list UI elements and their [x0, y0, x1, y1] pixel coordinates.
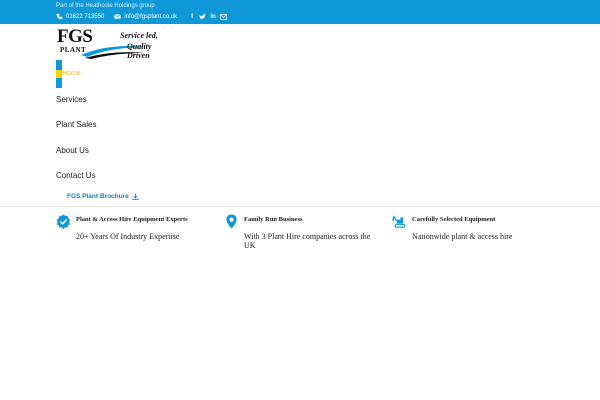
feature-text: With 3 Plant Hire companies across the U… — [244, 232, 371, 250]
envelope-icon — [114, 14, 122, 19]
check-circle-icon — [56, 214, 71, 229]
nav-item-services[interactable]: Services — [56, 95, 87, 104]
brochure-label: FGS Plant Brochure — [67, 193, 129, 200]
download-icon — [132, 193, 139, 200]
phone-link[interactable]: 01622 713550 — [56, 13, 104, 20]
email-link[interactable]: info@fgsplant.co.uk — [114, 13, 177, 20]
logo-tagline-2: Quality Driven — [127, 42, 152, 60]
feature-title: Plant & Access Hire Equipment Experts — [76, 216, 188, 223]
site-logo[interactable]: FGS PLANT Service led, Quality Driven — [57, 26, 172, 60]
nav-item-plant-sales[interactable]: Plant Sales — [56, 120, 96, 129]
location-pin-icon — [226, 214, 237, 229]
nav-item-home[interactable]: Home — [62, 70, 81, 77]
top-bar: Part of the Heathcote Holdings group 016… — [0, 0, 600, 24]
feature-title: Family Run Business — [244, 216, 303, 223]
phone-number: 01622 713550 — [66, 13, 105, 20]
mail-icon[interactable] — [220, 13, 228, 20]
feature-title: Carefully Selected Equipment — [412, 216, 496, 223]
nav-item-about[interactable]: About Us — [56, 146, 89, 155]
nav-item-contact[interactable]: Contact Us — [56, 171, 96, 180]
facebook-icon[interactable]: f — [189, 14, 195, 20]
phone-icon — [56, 13, 63, 20]
group-text: Part of the Heathcote Holdings group — [56, 3, 155, 9]
logo-tagline-1: Service led, — [120, 31, 158, 40]
linkedin-icon[interactable]: in — [210, 14, 216, 20]
brochure-download-link[interactable]: FGS Plant Brochure — [67, 193, 139, 200]
contact-bar: 01622 713550 info@fgsplant.co.uk f in — [56, 12, 228, 21]
excavator-icon — [392, 215, 406, 228]
social-links: f in — [189, 13, 228, 20]
twitter-icon[interactable] — [199, 13, 207, 20]
section-divider — [0, 206, 600, 207]
feature-text: Nationwide plant & access hire — [412, 232, 513, 241]
email-address: info@fgsplant.co.uk — [124, 13, 178, 20]
feature-text: 20+ Years Of Industry Expertise — [76, 232, 180, 241]
